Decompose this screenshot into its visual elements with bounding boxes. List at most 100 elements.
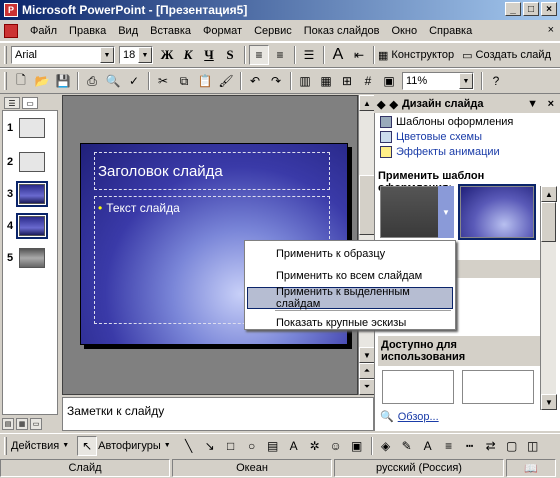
zoom-select[interactable]: 11% ▼ <box>402 72 474 90</box>
menu-slideshow[interactable]: Показ слайдов <box>298 25 386 37</box>
font-size-select[interactable]: 18 ▼ <box>119 46 153 64</box>
slide-title-placeholder[interactable]: Заголовок слайда <box>94 152 330 190</box>
slide-thumbnail[interactable] <box>19 152 46 172</box>
apply-to-master-item[interactable]: Применить к образцу <box>247 243 453 265</box>
document-icon[interactable] <box>4 23 18 38</box>
arrow-icon[interactable]: ↘ <box>200 436 220 456</box>
print-preview-icon[interactable]: 🔍 <box>103 71 123 91</box>
wordart-icon[interactable]: A <box>284 436 304 456</box>
slide-thumbnail[interactable] <box>16 213 49 239</box>
bullets-icon[interactable]: ☰ <box>299 45 319 65</box>
textbox-icon[interactable]: ▤ <box>263 436 283 456</box>
powerpoint-app-icon[interactable]: P <box>4 3 18 17</box>
scroll-up-icon[interactable]: ▲ <box>541 186 557 202</box>
menu-edit[interactable]: Правка <box>63 25 112 37</box>
maximize-button[interactable]: □ <box>523 2 539 16</box>
apply-to-selected-slides-item[interactable]: Применить к выделенным слайдам <box>247 286 453 310</box>
normal-view-icon[interactable]: ▤ <box>2 418 14 430</box>
animation-effects-link[interactable]: Эффекты анимации <box>380 146 500 158</box>
tables-borders-icon[interactable]: ⊞ <box>337 71 357 91</box>
color-schemes-link[interactable]: Цветовые схемы <box>380 131 482 143</box>
slideshow-view-icon[interactable]: ▭ <box>30 418 42 430</box>
open-folder-icon[interactable]: 📂 <box>32 71 52 91</box>
task-pane-scrollbar[interactable]: ▲ ▼ <box>540 186 557 410</box>
browse-link[interactable]: 🔍 Обзор... <box>380 410 439 424</box>
chart-icon[interactable]: ▥ <box>295 71 315 91</box>
slide-thumbnail[interactable] <box>16 181 49 207</box>
copy-icon[interactable]: ⧉ <box>174 71 194 91</box>
chevron-down-icon[interactable]: ▼ <box>138 47 152 63</box>
chevron-down-icon[interactable]: ▼ <box>527 98 538 110</box>
bold-button[interactable]: Ж <box>157 45 177 65</box>
slides-tab[interactable]: ▭ <box>22 97 38 109</box>
close-button[interactable]: × <box>541 2 557 16</box>
next-slide-icon[interactable]: ⏷ <box>359 379 375 395</box>
slide-thumb-item[interactable]: 2 <box>7 152 46 172</box>
select-pointer-icon[interactable]: ↖ <box>77 435 98 456</box>
notes-pane[interactable]: Заметки к слайду <box>62 397 374 431</box>
template-thumbnail[interactable] <box>462 370 534 404</box>
rectangle-icon[interactable]: □ <box>221 436 241 456</box>
font-select[interactable]: Arial ▼ <box>11 46 115 64</box>
close-icon[interactable]: × <box>548 98 554 110</box>
chevron-down-icon[interactable]: ▼ <box>459 73 473 89</box>
template-thumbnail[interactable] <box>382 370 454 404</box>
undo-icon[interactable]: ↶ <box>245 71 265 91</box>
scroll-thumb[interactable] <box>359 175 375 235</box>
cut-icon[interactable]: ✂ <box>153 71 173 91</box>
slide-thumb-item[interactable]: 1 <box>7 118 46 138</box>
line-icon[interactable]: ╲ <box>179 436 199 456</box>
menu-file[interactable]: Файл <box>24 25 63 37</box>
prev-slide-icon[interactable]: ⏶ <box>359 363 375 379</box>
back-icon[interactable]: ◆ <box>377 98 385 111</box>
menu-format[interactable]: Формат <box>197 25 248 37</box>
toolbar-grip[interactable] <box>4 72 7 90</box>
menu-help[interactable]: Справка <box>423 25 478 37</box>
forward-icon[interactable]: ◆ <box>389 98 397 111</box>
actions-menu[interactable]: Действия ▼ <box>11 440 69 452</box>
shadow-style-icon[interactable]: ▢ <box>502 436 522 456</box>
print-icon[interactable]: ⎙ <box>82 71 102 91</box>
apply-to-all-slides-item[interactable]: Применить ко всем слайдам <box>247 265 453 287</box>
menu-window[interactable]: Окно <box>386 25 424 37</box>
slide-thumb-item[interactable]: 5 <box>7 248 46 268</box>
task-pane-title[interactable]: Дизайн слайда <box>402 98 484 110</box>
show-large-previews-item[interactable]: Показать крупные эскизы <box>247 312 453 334</box>
fill-color-icon[interactable]: ◈ <box>376 436 396 456</box>
design-templates-link[interactable]: Шаблоны оформления <box>380 116 513 128</box>
template-thumbnail-selected[interactable] <box>458 184 536 240</box>
shadow-button[interactable]: S <box>220 45 240 65</box>
doc-close-icon[interactable]: × <box>548 24 554 36</box>
oval-icon[interactable]: ○ <box>242 436 262 456</box>
grid-icon[interactable]: # <box>358 71 378 91</box>
scroll-thumb[interactable] <box>541 202 556 242</box>
menu-view[interactable]: Вид <box>112 25 144 37</box>
save-icon[interactable]: 💾 <box>53 71 73 91</box>
format-painter-icon[interactable]: 🖌 <box>216 71 236 91</box>
designer-button[interactable]: ▦ Конструктор <box>378 49 454 62</box>
redo-icon[interactable]: ↷ <box>266 71 286 91</box>
diagram-icon[interactable]: ✲ <box>305 436 325 456</box>
slide-thumb-item[interactable]: 3 <box>7 181 49 207</box>
line-style-icon[interactable]: ≡ <box>439 436 459 456</box>
spelling-status-icon[interactable]: 📖 <box>506 459 556 477</box>
picture-icon[interactable]: ▣ <box>347 436 367 456</box>
menu-tools[interactable]: Сервис <box>248 25 298 37</box>
line-color-icon[interactable]: ✎ <box>397 436 417 456</box>
font-color-icon[interactable]: A <box>418 436 438 456</box>
italic-button[interactable]: К <box>178 45 198 65</box>
scroll-down-icon[interactable]: ▼ <box>359 347 375 363</box>
outline-tab[interactable]: ☰ <box>4 97 20 109</box>
increase-font-icon[interactable]: A <box>328 45 348 65</box>
sorter-view-icon[interactable]: ▦ <box>16 418 28 430</box>
3d-style-icon[interactable]: ◫ <box>523 436 543 456</box>
align-center-icon[interactable]: ≡ <box>270 45 290 65</box>
align-left-icon[interactable]: ≡ <box>249 45 269 65</box>
paste-icon[interactable]: 📋 <box>195 71 215 91</box>
spelling-icon[interactable]: ✓ <box>124 71 144 91</box>
autoshapes-menu[interactable]: Автофигуры ▼ <box>98 440 171 452</box>
toolbar-grip[interactable] <box>4 436 7 455</box>
help-icon[interactable]: ? <box>486 71 506 91</box>
scroll-up-icon[interactable]: ▲ <box>359 95 375 111</box>
arrow-style-icon[interactable]: ⇄ <box>481 436 501 456</box>
